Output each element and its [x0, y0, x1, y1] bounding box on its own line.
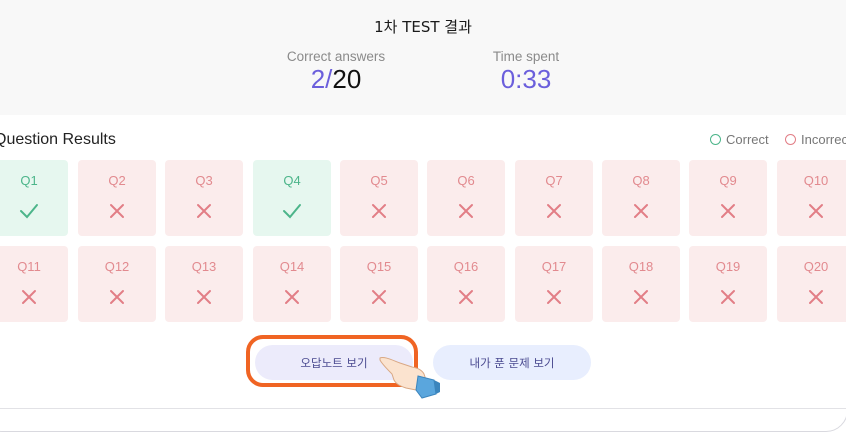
- legend-incorrect: Incorrect: [785, 132, 846, 147]
- bottom-divider: [0, 408, 846, 409]
- time-spent-label: Time spent: [492, 49, 560, 64]
- question-cell: Q8: [602, 160, 680, 236]
- correct-count: 2: [310, 64, 326, 94]
- check-icon: [283, 204, 301, 219]
- question-cell: Q2: [78, 160, 156, 236]
- question-label: Q2: [108, 173, 126, 188]
- question-label: Q8: [632, 173, 650, 188]
- question-label: Q20: [803, 259, 829, 274]
- cross-icon: [285, 290, 299, 304]
- pointing-hand-icon: [379, 357, 440, 399]
- question-label: Q19: [715, 259, 741, 274]
- cross-icon: [459, 204, 473, 218]
- legend-incorrect-label: Incorrect: [801, 132, 846, 147]
- cross-icon: [197, 290, 211, 304]
- question-label: Q11: [17, 259, 41, 274]
- question-cell: Q14: [253, 246, 331, 322]
- correct-dot-icon: [710, 134, 721, 145]
- cross-icon: [197, 204, 211, 218]
- correct-answers-value: 2/20: [270, 64, 402, 95]
- question-label: Q7: [545, 173, 563, 188]
- incorrect-dot-icon: [785, 134, 796, 145]
- cross-icon: [22, 290, 36, 304]
- page-title: 1차 TEST 결과: [374, 18, 472, 36]
- question-cell: Q6: [427, 160, 505, 236]
- question-label: Q6: [457, 173, 475, 188]
- question-cell: Q10: [777, 160, 846, 236]
- question-cell: Q11: [0, 246, 68, 322]
- question-cell: Q20: [777, 246, 846, 322]
- question-cell: Q13: [165, 246, 243, 322]
- cross-icon: [372, 204, 386, 218]
- cross-icon: [809, 290, 823, 304]
- question-cell: Q5: [340, 160, 418, 236]
- question-label: Q1: [20, 173, 38, 188]
- cross-icon: [809, 204, 823, 218]
- question-cell: Q15: [340, 246, 418, 322]
- question-results-title: Question Results: [0, 131, 116, 148]
- question-cell: Q3: [165, 160, 243, 236]
- question-cell: Q1: [0, 160, 68, 236]
- question-cell: Q7: [515, 160, 593, 236]
- question-cell: Q16: [427, 246, 505, 322]
- cross-icon: [372, 290, 386, 304]
- cross-icon: [721, 290, 735, 304]
- result-header: 1차 TEST 결과 Correct answers 2/20 Time spe…: [0, 0, 846, 115]
- question-label: Q18: [628, 259, 654, 274]
- question-label: Q9: [719, 173, 737, 188]
- my-answers-button[interactable]: 내가 푼 문제 보기: [433, 345, 591, 380]
- cross-icon: [721, 204, 735, 218]
- question-label: Q3: [195, 173, 213, 188]
- question-cell: Q17: [515, 246, 593, 322]
- cross-icon: [634, 290, 648, 304]
- question-cell: Q4: [253, 160, 331, 236]
- question-label: Q16: [453, 259, 479, 274]
- question-label: Q15: [366, 259, 392, 274]
- legend-correct-label: Correct: [726, 132, 769, 147]
- check-icon: [20, 204, 38, 219]
- cross-icon: [459, 290, 473, 304]
- question-cell: Q18: [602, 246, 680, 322]
- question-label: Q13: [191, 259, 217, 274]
- question-cell: Q19: [689, 246, 767, 322]
- correct-answers-label: Correct answers: [286, 49, 386, 64]
- question-cell: Q12: [78, 246, 156, 322]
- question-label: Q5: [370, 173, 388, 188]
- total-count: 20: [332, 64, 362, 94]
- question-cell: Q9: [689, 160, 767, 236]
- question-label: Q10: [803, 173, 829, 188]
- cross-icon: [547, 204, 561, 218]
- question-label: Q17: [541, 259, 567, 274]
- cross-icon: [634, 204, 648, 218]
- question-label: Q14: [279, 259, 305, 274]
- question-label: Q4: [283, 173, 301, 188]
- question-label: Q12: [104, 259, 130, 274]
- legend-correct: Correct: [710, 132, 769, 147]
- cross-icon: [547, 290, 561, 304]
- time-spent-value: 0:33: [500, 64, 552, 94]
- cross-icon: [110, 204, 124, 218]
- cross-icon: [110, 290, 124, 304]
